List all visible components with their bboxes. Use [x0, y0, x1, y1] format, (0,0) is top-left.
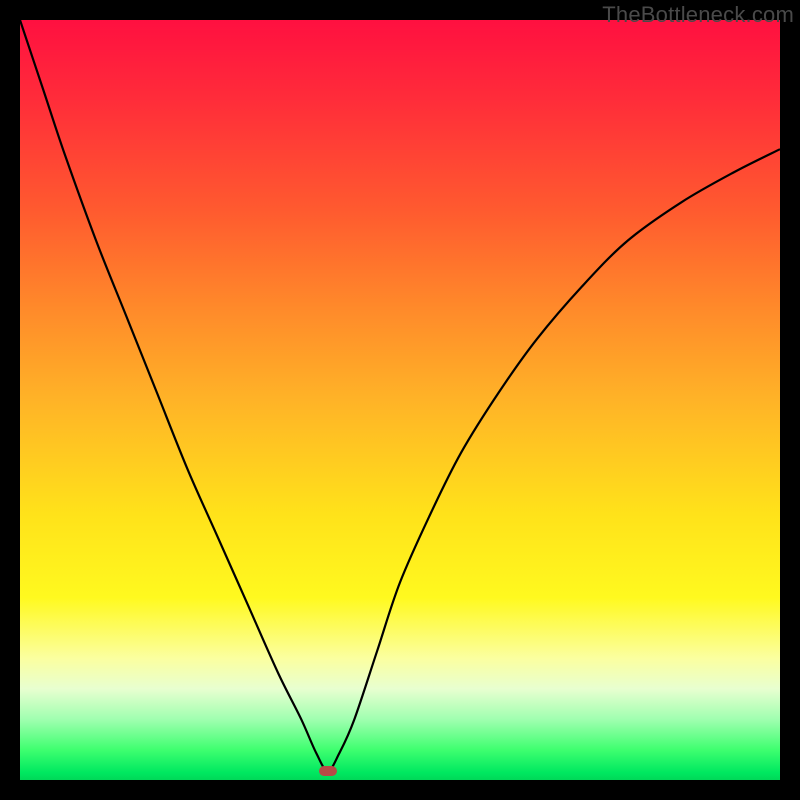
- watermark-text: TheBottleneck.com: [602, 2, 794, 28]
- chart-frame: [20, 20, 780, 780]
- minimum-marker: [319, 766, 337, 776]
- bottleneck-curve: [20, 20, 780, 780]
